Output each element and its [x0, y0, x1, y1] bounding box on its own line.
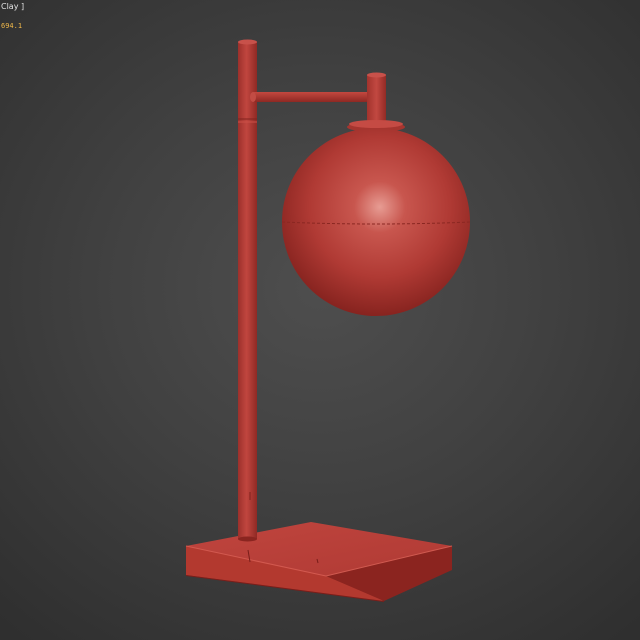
vertical-pole[interactable] [238, 39, 257, 542]
arm-connector[interactable] [367, 72, 386, 124]
lamp-model[interactable] [0, 0, 640, 640]
globe-shade[interactable] [281, 120, 471, 316]
horizontal-arm[interactable] [250, 92, 371, 102]
3d-viewport[interactable]: Clay ] 694.1 [0, 0, 640, 640]
base-plate[interactable] [185, 522, 453, 602]
